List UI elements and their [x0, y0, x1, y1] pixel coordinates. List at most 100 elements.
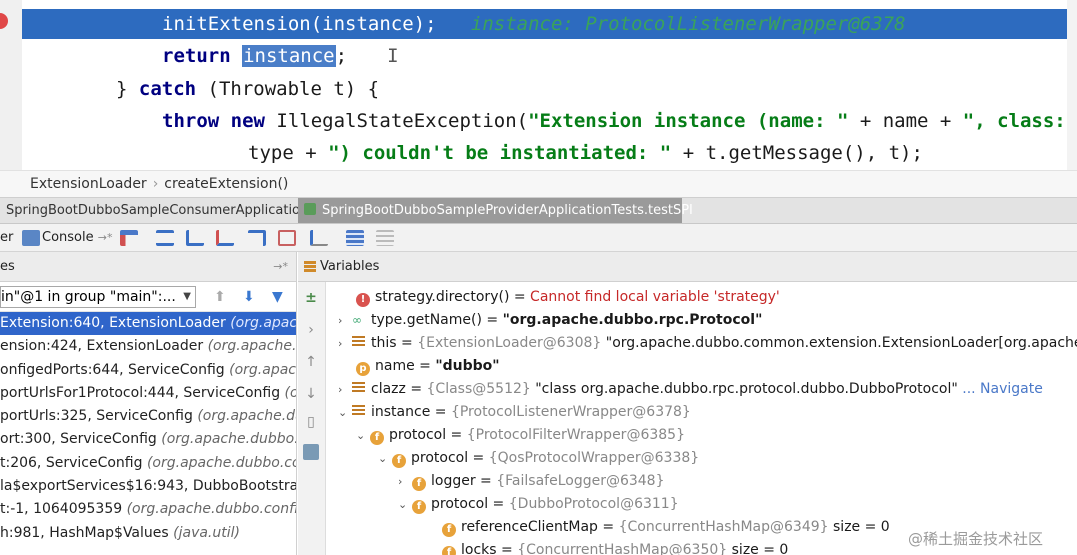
- variable-row[interactable]: › f logger = {FailsafeLogger@6348}: [398, 470, 665, 493]
- code-text: + t.getMessage(), t);: [671, 142, 923, 164]
- frame-item[interactable]: h:981, HashMap$Values (java.util): [0, 522, 296, 545]
- thread-value: in"@1 in group "main":...: [1, 289, 176, 305]
- variables-header: Variables: [298, 252, 1077, 282]
- variables-pane: Variables ! strategy.directory() = Cannot…: [298, 252, 1077, 555]
- object-icon: [352, 382, 365, 393]
- arrow-down-icon[interactable]: ⬇: [243, 282, 255, 312]
- tab-label: SpringBootDubboSampleConsumerApplication: [6, 203, 309, 218]
- breadcrumb: ExtensionLoader › createExtension(): [0, 170, 1077, 197]
- chevron-down-icon[interactable]: ⌄: [338, 401, 352, 424]
- frame-item[interactable]: ension:424, ExtensionLoader (org.apache.…: [0, 335, 296, 358]
- frame-item[interactable]: ort:300, ServiceConfig (org.apache.dubbo…: [0, 428, 296, 451]
- code-text: }: [116, 78, 139, 100]
- tab-consumer-application[interactable]: SpringBootDubboSampleConsumerApplication: [0, 198, 308, 223]
- variable-row[interactable]: › ∞ type.getName() = "org.apache.dubbo.rpc…: [338, 309, 762, 332]
- field-icon: f: [442, 523, 456, 537]
- frame-item[interactable]: portUrlsFor1Protocol:444, ServiceConfig …: [0, 382, 296, 405]
- frames-title: es: [0, 259, 15, 274]
- object-icon: [352, 336, 365, 347]
- variable-row[interactable]: p name = "dubbo": [356, 355, 500, 378]
- chevron-down-icon[interactable]: ⌄: [378, 447, 392, 470]
- variable-row[interactable]: f referenceClientMap = {ConcurrentHashMap…: [442, 516, 890, 539]
- variable-row[interactable]: f locks = {ConcurrentHashMap@6350} size =…: [442, 539, 788, 555]
- pin-icon: →*: [97, 231, 113, 244]
- filter-icon[interactable]: ▼: [272, 282, 283, 312]
- chevron-down-icon: ▼: [183, 291, 191, 302]
- add-watch-icon[interactable]: ±: [303, 290, 319, 306]
- code-line-current: initExtension(instance); instance: Proto…: [22, 9, 1072, 39]
- chevron-right-icon[interactable]: ›: [338, 332, 352, 355]
- step-out-icon[interactable]: [248, 230, 266, 246]
- code-text: IllegalStateException(: [264, 110, 529, 132]
- code-text: ;: [335, 45, 348, 67]
- code-line-continuation: type + ") couldn't be instantiated: " + …: [248, 138, 923, 168]
- code-line-catch: } catch (Throwable t) {: [116, 74, 379, 104]
- arrow-down-icon[interactable]: ↓: [303, 386, 319, 402]
- variable-row[interactable]: ⌄ f protocol = {ProtocolFilterWrapper@6385…: [356, 424, 685, 447]
- watch-icon: ∞: [352, 313, 362, 327]
- code-text: + name +: [848, 110, 963, 132]
- copy-icon[interactable]: ▯: [303, 414, 319, 430]
- tab-label: SpringBootDubboSampleProviderApplication…: [322, 203, 693, 218]
- variable-row[interactable]: ! strategy.directory() = Cannot find loca…: [356, 286, 780, 309]
- evaluate-expression-icon[interactable]: [346, 230, 364, 246]
- watermark: @稀土掘金技术社区: [908, 530, 1044, 548]
- chevron-right-icon[interactable]: ›: [338, 309, 352, 332]
- field-icon: f: [412, 477, 426, 491]
- trace-icon[interactable]: [376, 230, 394, 246]
- chevron-right-icon[interactable]: ›: [303, 322, 319, 338]
- chevron-right-icon[interactable]: ›: [338, 378, 352, 401]
- variable-row[interactable]: ⌄ instance = {ProtocolListenerWrapper@637…: [338, 401, 691, 424]
- chevron-down-icon[interactable]: ⌄: [398, 493, 412, 516]
- frame-item[interactable]: t:-1, 1064095359 (org.apache.dubbo.confi…: [0, 498, 296, 521]
- variables-icon: [304, 261, 316, 272]
- variables-side-toolbar: ± › ↑ ↓ ▯: [298, 282, 326, 555]
- ide-window: initExtension(instance); instance: Proto…: [0, 0, 1077, 555]
- breadcrumb-method[interactable]: createExtension(): [164, 176, 288, 192]
- code-line-throw: throw new IllegalStateException("Extensi…: [162, 106, 1077, 136]
- pin-icon[interactable]: →*: [273, 252, 288, 282]
- step-into-icon[interactable]: [186, 230, 204, 246]
- breakpoint-icon[interactable]: [0, 13, 8, 29]
- arrow-up-icon[interactable]: ⬆: [214, 282, 226, 312]
- variable-row[interactable]: › this = {ExtensionLoader@6308} "org.apac…: [338, 332, 1077, 355]
- frame-item[interactable]: t:206, ServiceConfig (org.apache.dubbo.c…: [0, 452, 296, 475]
- show-execution-point-icon[interactable]: [120, 230, 138, 246]
- frame-item[interactable]: onfigedPorts:644, ServiceConfig (org.apa…: [0, 359, 296, 382]
- selected-word[interactable]: instance: [242, 45, 336, 67]
- code-text: (Throwable t) {: [196, 78, 380, 100]
- thread-selector-row: in"@1 in group "main":... ▼ ⬆ ⬇ ▼: [0, 282, 296, 312]
- force-step-into-icon[interactable]: [216, 230, 234, 246]
- keyword: catch: [138, 78, 197, 100]
- frame-item[interactable]: portUrls:325, ServiceConfig (org.apache.…: [0, 405, 296, 428]
- breadcrumb-separator: ›: [152, 176, 159, 192]
- variable-row[interactable]: › clazz = {Class@5512} "class org.apache.…: [338, 378, 1043, 401]
- step-over-icon[interactable]: [156, 230, 174, 246]
- tab-provider-tests[interactable]: SpringBootDubboSampleProviderApplication…: [298, 198, 693, 223]
- string-literal: ", class: ": [962, 110, 1077, 132]
- thread-dropdown[interactable]: in"@1 in group "main":... ▼: [0, 286, 196, 308]
- frame-item[interactable]: la$exportServices$16:943, DubboBootstrap…: [0, 475, 296, 498]
- editor-gutter[interactable]: [0, 0, 22, 170]
- keyword: new: [230, 110, 265, 132]
- editor-scrollbar[interactable]: [1067, 0, 1077, 170]
- console-label: Console: [42, 230, 94, 245]
- navigate-link[interactable]: ... Navigate: [958, 381, 1043, 397]
- variable-row[interactable]: ⌄ f protocol = {QosProtocolWrapper@6338}: [378, 447, 699, 470]
- watches-icon[interactable]: [303, 444, 319, 460]
- console-tab[interactable]: Console →*: [42, 228, 112, 248]
- run-to-cursor-icon[interactable]: [310, 230, 328, 246]
- test-run-icon: [304, 203, 316, 215]
- object-icon: [352, 405, 365, 416]
- variable-row[interactable]: ⌄ f protocol = {DubboProtocol@6311}: [398, 493, 679, 516]
- debugger-tab[interactable]: er: [0, 228, 13, 248]
- arrow-up-icon[interactable]: ↑: [303, 354, 319, 370]
- frames-header: es →*: [0, 252, 296, 282]
- code-editor[interactable]: initExtension(instance); instance: Proto…: [0, 0, 1077, 170]
- breadcrumb-class[interactable]: ExtensionLoader: [30, 176, 147, 192]
- chevron-down-icon[interactable]: ⌄: [356, 424, 370, 447]
- frame-item[interactable]: Extension:640, ExtensionLoader (org.apac…: [0, 312, 296, 336]
- drop-frame-icon[interactable]: [278, 230, 296, 246]
- chevron-right-icon[interactable]: ›: [398, 470, 412, 493]
- field-icon: f: [392, 454, 406, 468]
